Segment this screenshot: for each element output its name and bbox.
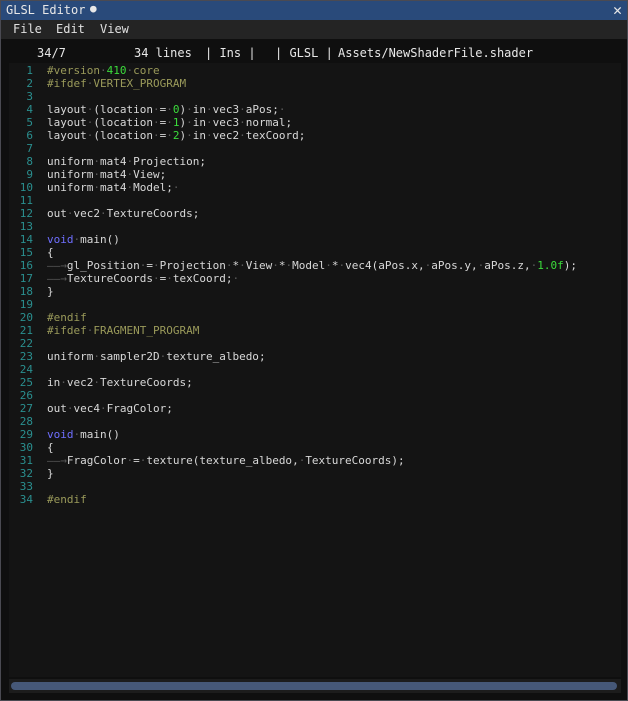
line-number: 29 — [19, 428, 33, 441]
code-text: #ifdef·FRAGMENT_PROGRAM — [47, 324, 200, 337]
line-number: 18 — [19, 285, 33, 298]
code-text: layout·(location·=·1)·in·vec3·normal; — [47, 116, 293, 129]
line-count: 34 lines — [134, 46, 192, 60]
code-text: } — [47, 467, 54, 480]
line-number: 4 — [26, 103, 33, 116]
code-text: #version·410·core — [47, 64, 160, 77]
code-text: in·vec2·TextureCoords; — [47, 376, 193, 389]
line-number: 27 — [19, 402, 33, 415]
cursor-position: 34/7 — [37, 46, 66, 60]
line-number: 8 — [26, 155, 33, 168]
code-text: ——→gl_Position·=·Projection·*·View·*·Mod… — [47, 259, 577, 272]
line-number: 25 — [19, 376, 33, 389]
menu-edit[interactable]: Edit — [56, 22, 85, 36]
code-text: ——→FragColor·=·texture(texture_albedo,·T… — [47, 454, 405, 467]
code-text: uniform·mat4·View; — [47, 168, 167, 181]
line-number: 13 — [19, 220, 33, 233]
modified-indicator-icon: ● — [90, 2, 97, 15]
line-number: 10 — [19, 181, 33, 194]
line-number: 34 — [19, 493, 33, 506]
code-text: #ifdef·VERTEX_PROGRAM — [47, 77, 187, 90]
code-text: out·vec4·FragColor; — [47, 402, 173, 415]
line-number: 33 — [19, 480, 33, 493]
line-number: 1 — [26, 64, 33, 77]
file-path: Assets/NewShaderFile.shader — [338, 46, 534, 60]
language-label: | GLSL | — [275, 46, 333, 60]
menu-view[interactable]: View — [100, 22, 129, 36]
code-text: out·vec2·TextureCoords; — [47, 207, 200, 220]
line-number: 3 — [26, 90, 33, 103]
line-number: 15 — [19, 246, 33, 259]
window-title: GLSL Editor — [6, 3, 86, 17]
scrollbar-thumb[interactable] — [11, 682, 617, 690]
line-number: 24 — [19, 363, 33, 376]
code-text: uniform·mat4·Projection; — [47, 155, 206, 168]
code-text: void·main() — [47, 233, 120, 246]
line-number: 19 — [19, 298, 33, 311]
code-text: #endif — [47, 493, 87, 506]
code-text: ——→TextureCoords·=·texCoord;· — [47, 272, 240, 285]
line-number: 9 — [26, 168, 33, 181]
line-number: 20 — [19, 311, 33, 324]
line-number: 31 — [19, 454, 33, 467]
code-text: { — [47, 246, 54, 259]
line-number: 21 — [19, 324, 33, 337]
line-number: 5 — [26, 116, 33, 129]
menu-bar: File Edit View — [1, 20, 627, 39]
line-number: 6 — [26, 129, 33, 142]
line-number: 23 — [19, 350, 33, 363]
close-icon[interactable]: ✕ — [613, 1, 622, 19]
line-number: 7 — [26, 142, 33, 155]
line-number: 2 — [26, 77, 33, 90]
line-number: 22 — [19, 337, 33, 350]
code-text: } — [47, 285, 54, 298]
title-bar[interactable]: GLSL Editor ● ✕ — [1, 1, 627, 20]
line-number: 14 — [19, 233, 33, 246]
line-number: 12 — [19, 207, 33, 220]
code-text: #endif — [47, 311, 87, 324]
code-text: { — [47, 441, 54, 454]
line-number: 28 — [19, 415, 33, 428]
line-number: 32 — [19, 467, 33, 480]
line-number: 26 — [19, 389, 33, 402]
code-editor[interactable]: 1 #version·410·core 2 #ifdef·VERTEX_PROGRAM… — [9, 63, 621, 677]
line-number: 16 — [19, 259, 33, 272]
glsl-editor-window: GLSL Editor ● ✕ File Edit View 34/7 34 l… — [0, 0, 628, 701]
edit-mode: | Ins | — [205, 46, 256, 60]
status-bar: 34/7 34 lines | Ins | | GLSL | Assets/Ne… — [1, 43, 627, 63]
code-text: void·main() — [47, 428, 120, 441]
code-text: layout·(location·=·0)·in·vec3·aPos;· — [47, 103, 286, 116]
line-number: 30 — [19, 441, 33, 454]
line-number: 17 — [19, 272, 33, 285]
code-text: uniform·mat4·Model;· — [47, 181, 180, 194]
code-text: layout·(location·=·2)·in·vec2·texCoord; — [47, 129, 306, 142]
code-text: uniform·sampler2D·texture_albedo; — [47, 350, 266, 363]
menu-file[interactable]: File — [13, 22, 42, 36]
line-number: 11 — [19, 194, 33, 207]
horizontal-scrollbar[interactable] — [9, 679, 621, 693]
